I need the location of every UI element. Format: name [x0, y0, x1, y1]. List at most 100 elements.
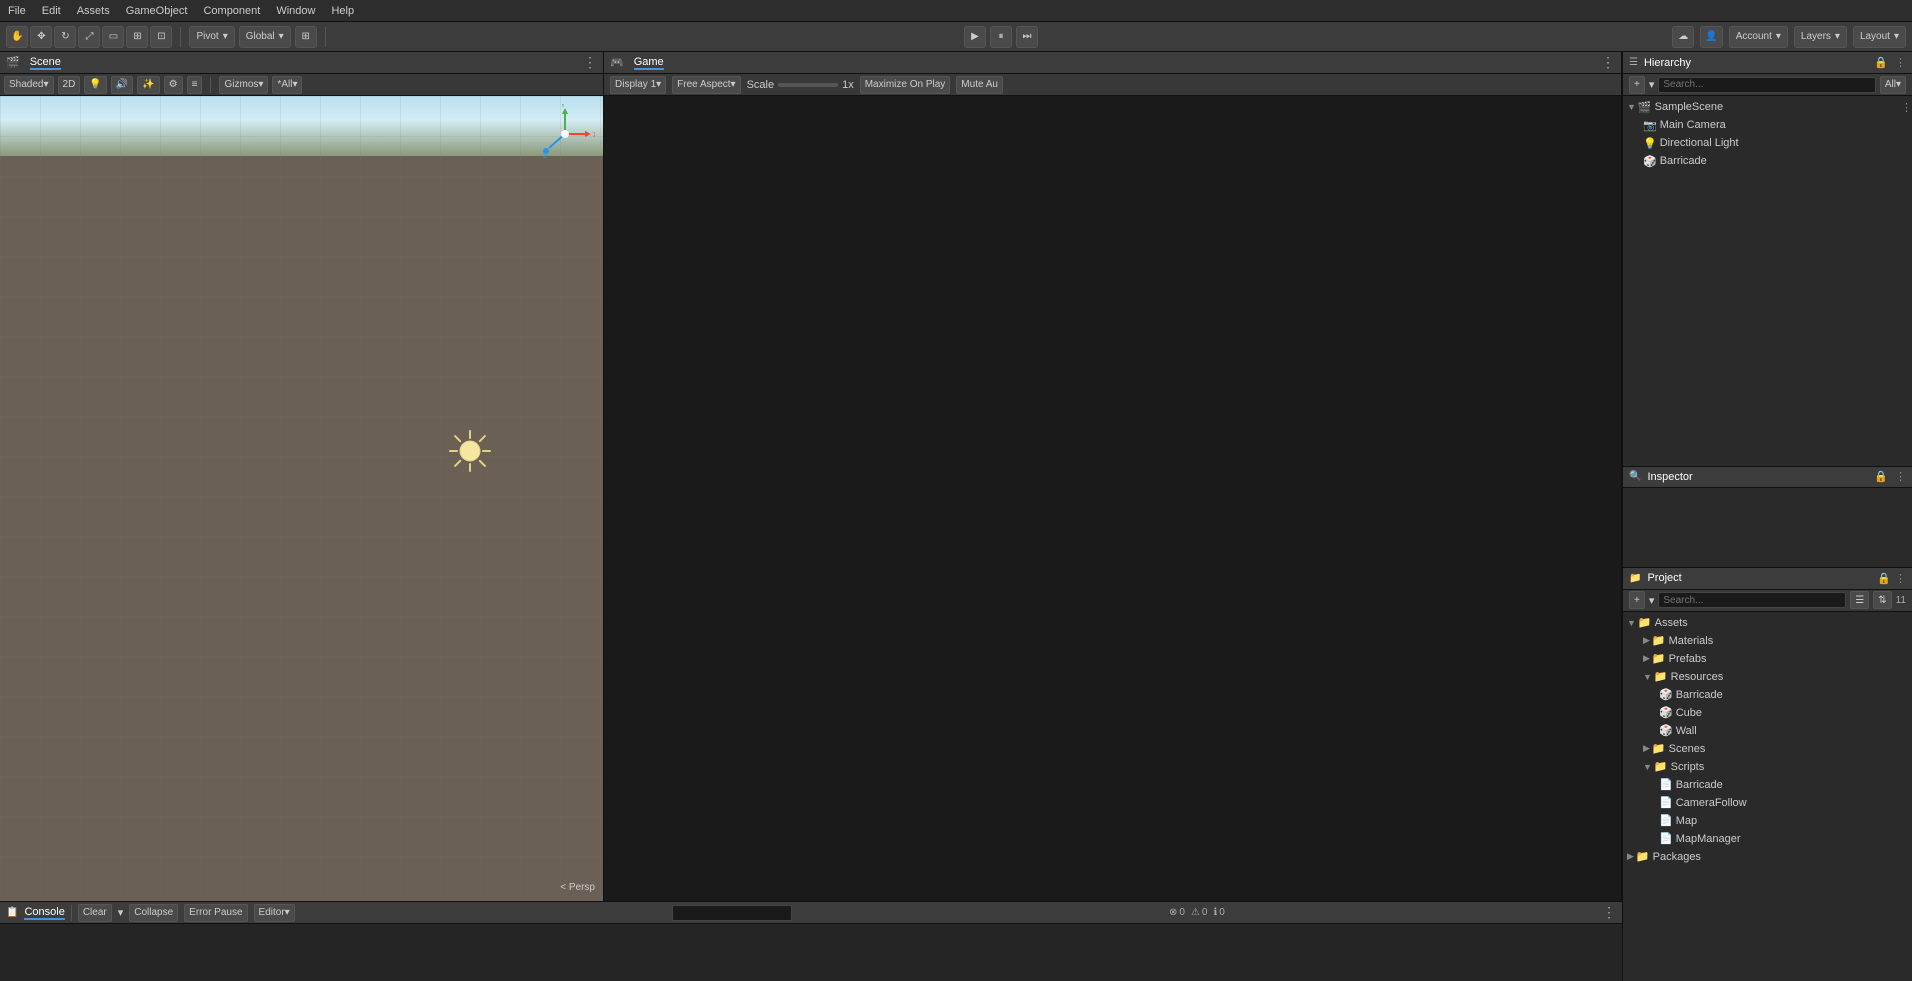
light-button[interactable]: 💡 [84, 76, 106, 94]
audio-button[interactable]: 🔊 [111, 76, 133, 94]
account-button[interactable]: Account ▾ [1729, 26, 1788, 48]
hierarchy-tab[interactable]: Hierarchy [1640, 57, 1695, 69]
rect-tool[interactable]: ▭ [102, 26, 124, 48]
all-dropdown[interactable]: * All ▾ [272, 76, 302, 94]
scene-options-btn[interactable]: ⚙ [164, 76, 183, 94]
shading-label: Shaded [9, 79, 43, 90]
2d-button[interactable]: 2D [58, 76, 81, 94]
project-tab[interactable]: Project [1643, 572, 1685, 584]
barricade-prefab[interactable]: 🎲 Barricade [1623, 686, 1912, 704]
move-tool[interactable]: ✥ [30, 26, 52, 48]
error-count: ⊗ 0 [1169, 907, 1185, 918]
scale-tool[interactable]: ⤢ [78, 26, 100, 48]
scene-layers-btn[interactable]: ≡ [187, 76, 203, 94]
mapmanager-script-icon: 📄 [1659, 832, 1673, 845]
inspector-lock-icon[interactable]: 🔒 [1874, 471, 1888, 483]
project-lock-icon[interactable]: 🔒 [1877, 572, 1891, 585]
game-panel-menu[interactable]: ⋮ [1601, 54, 1615, 71]
console-panel-menu[interactable]: ⋮ [1602, 904, 1616, 921]
materials-folder[interactable]: ▶ 📁 Materials [1623, 632, 1912, 650]
global-button[interactable]: Global ▾ [239, 26, 291, 48]
transform-tool[interactable]: ⊞ [126, 26, 148, 48]
inspector-content [1623, 488, 1912, 568]
scene-menu[interactable]: ⋮ [1901, 101, 1912, 114]
directional-light-item[interactable]: 💡 Directional Light [1623, 134, 1912, 152]
menu-window[interactable]: Window [276, 5, 315, 17]
grid-button[interactable]: ⊞ [295, 26, 317, 48]
mapmanager-script[interactable]: 📄 MapManager [1623, 830, 1912, 848]
hand-tool[interactable]: ✋ [6, 26, 28, 48]
barricade-prefab-icon: 🎲 [1659, 688, 1673, 701]
project-view-btn[interactable]: ☰ [1850, 591, 1869, 609]
mute-audio[interactable]: Mute Au [956, 76, 1003, 94]
inspector-more-icon[interactable]: ⋮ [1895, 471, 1906, 483]
assets-folder[interactable]: ▼ 📁 Assets [1623, 614, 1912, 632]
scene-panel-menu[interactable]: ⋮ [583, 54, 597, 71]
error-pause-button[interactable]: Error Pause [184, 904, 247, 922]
scripts-folder[interactable]: ▼ 📁 Scripts [1623, 758, 1912, 776]
scene-view[interactable]: Y X Z < Persp [0, 96, 603, 901]
gizmos-dropdown[interactable]: Gizmos ▾ [219, 76, 268, 94]
project-more-icon[interactable]: ⋮ [1895, 572, 1906, 585]
game-view [604, 96, 1621, 901]
packages-folder[interactable]: ▶ 📁 Packages [1623, 848, 1912, 866]
console-search[interactable] [672, 905, 792, 921]
barricade-script[interactable]: 📄 Barricade [1623, 776, 1912, 794]
pause-button[interactable]: ⏸ [990, 26, 1012, 48]
prefabs-folder[interactable]: ▶ 📁 Prefabs [1623, 650, 1912, 668]
main-camera-item[interactable]: 📷 Main Camera [1623, 116, 1912, 134]
layers-button[interactable]: Layers ▾ [1794, 26, 1847, 48]
hierarchy-content: ▼ 🎬 SampleScene ⋮ 📷 Main Camera 💡 Direct… [1623, 96, 1912, 466]
wall-prefab[interactable]: 🎲 Wall [1623, 722, 1912, 740]
menu-file[interactable]: File [8, 5, 26, 17]
collapse-button[interactable]: Collapse [129, 904, 178, 922]
hierarchy-search[interactable] [1658, 77, 1875, 93]
cloud-button[interactable]: ☁ [1672, 26, 1694, 48]
scene-tab[interactable]: Scene [30, 56, 61, 70]
display-dropdown[interactable]: Display 1 ▾ [610, 76, 666, 94]
play-button[interactable]: ▶ [964, 26, 986, 48]
shading-dropdown[interactable]: Shaded ▾ [4, 76, 54, 94]
scene-root-item[interactable]: ▼ 🎬 SampleScene ⋮ [1623, 98, 1912, 116]
hierarchy-lock-icon[interactable]: 🔒 [1874, 57, 1888, 69]
menu-edit[interactable]: Edit [42, 5, 61, 17]
collab-button[interactable]: 👤 [1700, 26, 1722, 48]
map-script[interactable]: 📄 Map [1623, 812, 1912, 830]
project-sort-btn[interactable]: ⇅ [1873, 591, 1891, 609]
barricade-item[interactable]: 🎲 Barricade [1623, 152, 1912, 170]
menu-component[interactable]: Component [203, 5, 260, 17]
prefabs-label: Prefabs [1669, 653, 1707, 665]
scene-gizmo[interactable]: Y X Z [535, 104, 595, 164]
editor-dropdown[interactable]: Editor ▾ [254, 904, 295, 922]
inspector-header: 🔍 Inspector 🔒 ⋮ [1623, 466, 1912, 488]
menu-assets[interactable]: Assets [77, 5, 110, 17]
game-tab[interactable]: Game [634, 56, 664, 70]
layout-button[interactable]: Layout ▾ [1853, 26, 1906, 48]
hierarchy-more-icon[interactable]: ⋮ [1895, 57, 1906, 69]
console-tab[interactable]: Console [24, 906, 64, 920]
scenes-folder[interactable]: ▶ 📁 Scenes [1623, 740, 1912, 758]
warning-count: ⚠ 0 [1191, 907, 1208, 918]
clear-button[interactable]: Clear [78, 904, 112, 922]
fx-button[interactable]: ✨ [137, 76, 159, 94]
scenes-folder-icon: 📁 [1652, 742, 1666, 755]
step-button[interactable]: ⏭ [1016, 26, 1038, 48]
menu-help[interactable]: Help [331, 5, 354, 17]
directional-light-label: Directional Light [1660, 137, 1739, 149]
add-project-btn[interactable]: + [1629, 591, 1645, 609]
pivot-button[interactable]: Pivot ▾ [189, 26, 234, 48]
menu-gameobject[interactable]: GameObject [126, 5, 188, 17]
custom-tool[interactable]: ⊡ [150, 26, 172, 48]
cube-prefab[interactable]: 🎲 Cube [1623, 704, 1912, 722]
inspector-tab[interactable]: Inspector [1643, 471, 1696, 483]
console-stats: ⊗ 0 ⚠ 0 ℹ 0 [1169, 907, 1225, 918]
project-search[interactable] [1658, 592, 1846, 608]
rotate-tool[interactable]: ↻ [54, 26, 76, 48]
add-hierarchy-btn[interactable]: + [1629, 76, 1645, 94]
maximize-on-play[interactable]: Maximize On Play [860, 76, 951, 94]
aspect-dropdown[interactable]: Free Aspect ▾ [672, 76, 740, 94]
scripts-arrow: ▼ [1643, 762, 1652, 772]
all-scenes-btn[interactable]: All ▾ [1880, 76, 1906, 94]
camerafollow-script[interactable]: 📄 CameraFollow [1623, 794, 1912, 812]
resources-folder[interactable]: ▼ 📁 Resources [1623, 668, 1912, 686]
